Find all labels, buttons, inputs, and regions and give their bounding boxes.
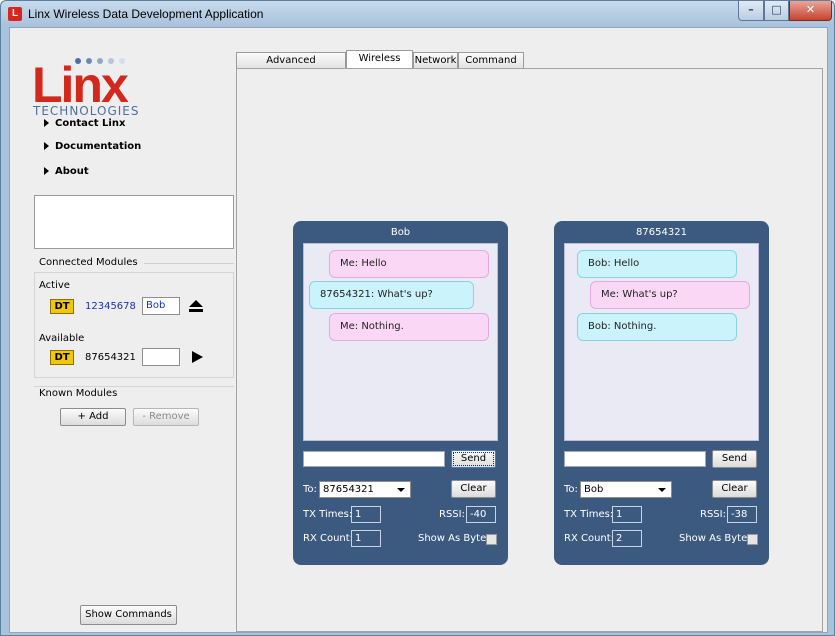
app-icon: L <box>8 7 22 21</box>
tab-advanced-configuration[interactable]: Advanced Configuration <box>236 52 346 81</box>
tx-times-label: TX Times: <box>303 509 353 520</box>
about-link[interactable]: About <box>44 166 89 177</box>
rx-count-label: RX Count: <box>303 533 354 544</box>
active-module-id[interactable]: 12345678 <box>85 301 136 312</box>
show-as-bytes-label: Show As Bytes <box>418 533 492 544</box>
title-bar[interactable]: L Linx Wireless Data Development Applica… <box>1 1 834 27</box>
show-as-bytes-label: Show As Bytes <box>679 533 753 544</box>
link-label: Documentation <box>55 141 142 152</box>
active-label: Active <box>39 280 70 291</box>
chat-window-87654321: 87654321 Bob: Hello Me: What's up? Bob: … <box>554 221 769 565</box>
logo-subtitle: TECHNOLOGIES <box>33 104 140 118</box>
tx-times-field[interactable]: 1 <box>612 506 642 523</box>
rx-count-label: RX Count: <box>564 533 615 544</box>
message-bubble: Bob: Nothing. <box>577 313 737 341</box>
tab-command-set[interactable]: Command Set <box>458 52 524 81</box>
available-label: Available <box>39 333 85 344</box>
dt-badge: DT <box>50 350 74 365</box>
message-bubble: Bob: Hello <box>577 250 737 278</box>
available-module-name-input[interactable] <box>142 348 180 366</box>
tx-times-label: TX Times: <box>564 509 614 520</box>
expand-arrow-icon <box>44 142 49 150</box>
message-bubble: Me: Nothing. <box>329 313 489 341</box>
client-area: Linx TECHNOLOGIES Contact Linx Documenta… <box>9 27 828 633</box>
show-commands-button[interactable]: Show Commands <box>80 605 177 625</box>
linx-logo: Linx TECHNOLOGIES <box>32 41 152 118</box>
available-module-id[interactable]: 87654321 <box>85 352 136 363</box>
add-module-button[interactable]: + Add <box>60 408 126 426</box>
rssi-field[interactable]: -38 <box>727 506 757 523</box>
rx-count-field[interactable]: 1 <box>351 530 381 547</box>
link-label: Contact Linx <box>55 118 126 129</box>
show-as-bytes-checkbox[interactable] <box>747 534 758 545</box>
info-panel <box>34 195 234 249</box>
clear-button[interactable]: Clear <box>451 480 496 498</box>
contact-linx-link[interactable]: Contact Linx <box>44 118 125 129</box>
to-label: To: <box>303 484 317 495</box>
send-button[interactable]: Send <box>451 450 496 468</box>
group-divider <box>144 263 234 264</box>
tab-wireless-chat[interactable]: Wireless Chat <box>346 50 413 79</box>
message-input[interactable] <box>303 451 445 467</box>
remove-module-button[interactable]: - Remove <box>133 408 199 426</box>
chat-messages: Me: Hello 87654321: What's up? Me: Nothi… <box>303 243 498 441</box>
connected-modules-title: Connected Modules <box>39 257 138 268</box>
rssi-label: RSSI: <box>439 509 465 520</box>
chevron-down-icon <box>658 488 666 492</box>
to-label: To: <box>564 484 578 495</box>
window-title: Linx Wireless Data Development Applicati… <box>28 7 264 21</box>
chevron-down-icon <box>397 488 405 492</box>
chat-title: Bob <box>390 227 411 238</box>
close-button[interactable]: ✕ <box>789 1 832 21</box>
tx-times-field[interactable]: 1 <box>351 506 381 523</box>
eject-icon[interactable] <box>189 300 203 312</box>
message-bubble: 87654321: What's up? <box>309 281 474 309</box>
logo-wordmark: Linx <box>32 57 129 113</box>
to-select-value: 87654321 <box>323 484 374 495</box>
group-divider <box>34 386 234 387</box>
to-select-value: Bob <box>584 484 604 495</box>
play-icon[interactable] <box>192 351 203 363</box>
to-select[interactable]: Bob <box>580 481 672 498</box>
chat-messages: Bob: Hello Me: What's up? Bob: Nothing. <box>564 243 759 441</box>
documentation-link[interactable]: Documentation <box>44 141 141 152</box>
link-label: About <box>55 166 89 177</box>
maximize-button[interactable]: □ <box>764 1 789 21</box>
known-modules-title: Known Modules <box>39 388 118 399</box>
wireless-chat-panel: Bob Me: Hello 87654321: What's up? Me: N… <box>236 68 823 632</box>
tab-network[interactable]: Network <box>413 52 458 69</box>
to-select[interactable]: 87654321 <box>319 481 411 498</box>
rx-count-field[interactable]: 2 <box>612 530 642 547</box>
message-bubble: Me: Hello <box>329 250 489 278</box>
minimize-button[interactable]: – <box>738 1 764 21</box>
chat-title: 87654321 <box>636 227 687 238</box>
active-module-name-input[interactable]: Bob <box>142 297 180 315</box>
send-button[interactable]: Send <box>712 450 757 468</box>
expand-arrow-icon <box>44 167 49 175</box>
dt-badge: DT <box>50 299 74 314</box>
expand-arrow-icon <box>44 119 49 127</box>
message-bubble: Me: What's up? <box>590 281 750 309</box>
show-as-bytes-checkbox[interactable] <box>486 534 497 545</box>
clear-button[interactable]: Clear <box>712 480 757 498</box>
app-window: L Linx Wireless Data Development Applica… <box>0 0 835 636</box>
message-input[interactable] <box>564 451 706 467</box>
chat-window-bob: Bob Me: Hello 87654321: What's up? Me: N… <box>293 221 508 565</box>
rssi-label: RSSI: <box>700 509 726 520</box>
rssi-field[interactable]: -40 <box>466 506 496 523</box>
